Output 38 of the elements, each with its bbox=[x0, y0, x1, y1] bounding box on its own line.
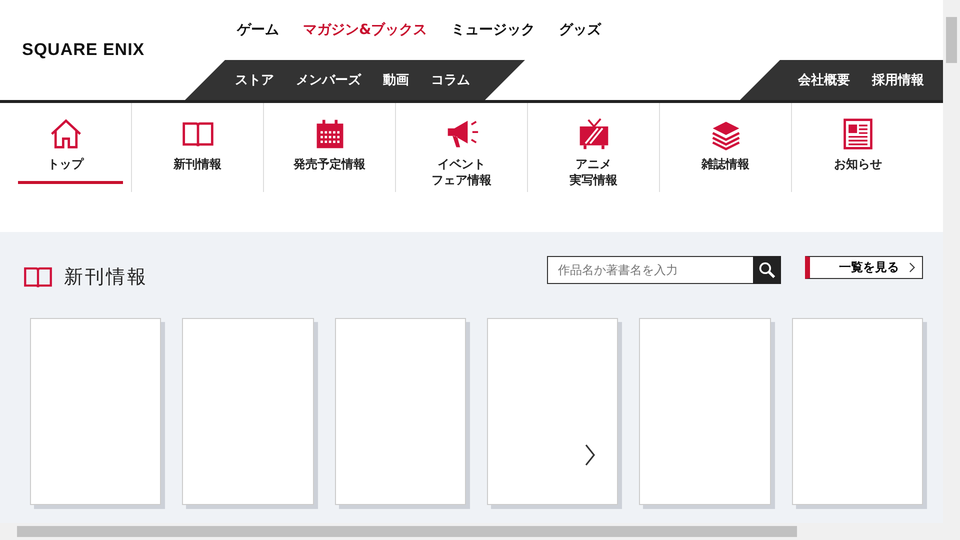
sub-nav-link[interactable]: ストア bbox=[235, 71, 274, 89]
category-label: 雑誌情報 bbox=[702, 156, 750, 172]
category-tab[interactable]: 雑誌情報 bbox=[660, 103, 792, 192]
category-label: 発売予定情報 bbox=[294, 156, 366, 172]
category-label: トップ bbox=[48, 156, 84, 172]
view-all-button[interactable]: 一覧を見る bbox=[805, 256, 923, 279]
category-label: 実写情報 bbox=[570, 172, 618, 188]
category-label: イベント bbox=[438, 156, 486, 172]
category-tab[interactable]: イベント フェア情報 bbox=[396, 103, 528, 192]
category-tab[interactable]: 発売予定情報 bbox=[264, 103, 396, 192]
nav-link[interactable]: ミュージック bbox=[451, 21, 536, 39]
sub-nav-link[interactable]: メンバーズ bbox=[296, 71, 361, 89]
chevron-right-icon bbox=[909, 262, 916, 273]
nav-link[interactable]: グッズ bbox=[559, 21, 602, 39]
category-tab[interactable]: 新刊情報 bbox=[132, 103, 264, 192]
news-icon bbox=[841, 117, 875, 151]
horizontal-scrollbar[interactable] bbox=[0, 523, 943, 540]
section-title: 新刊情報 bbox=[64, 265, 148, 290]
category-tab[interactable]: トップ bbox=[0, 103, 132, 192]
search-icon bbox=[758, 261, 776, 279]
category-label: お知らせ bbox=[834, 156, 882, 172]
logo[interactable]: SQUARE ENIX bbox=[22, 40, 145, 60]
category-tab[interactable]: アニメ 実写情報 bbox=[528, 103, 660, 192]
search-button[interactable] bbox=[753, 256, 781, 284]
nav-link[interactable]: マガジン&ブックス bbox=[303, 21, 428, 39]
corporate-link[interactable]: 会社概要 bbox=[798, 71, 850, 89]
sub-nav-link[interactable]: コラム bbox=[431, 71, 470, 89]
corporate-link[interactable]: 採用情報 bbox=[872, 71, 924, 89]
search-field[interactable]: 作品名か著書名を入力 bbox=[547, 256, 753, 284]
book-icon bbox=[22, 265, 54, 289]
vertical-scrollbar[interactable] bbox=[943, 0, 960, 540]
sub-nav-link[interactable]: 動画 bbox=[383, 71, 409, 89]
category-label: フェア情報 bbox=[432, 172, 492, 188]
nav-link[interactable]: ゲーム bbox=[237, 21, 279, 39]
category-label: 新刊情報 bbox=[174, 156, 222, 172]
category-tab[interactable]: お知らせ bbox=[792, 103, 924, 192]
category-label: アニメ bbox=[576, 156, 612, 172]
home-icon bbox=[48, 117, 82, 151]
